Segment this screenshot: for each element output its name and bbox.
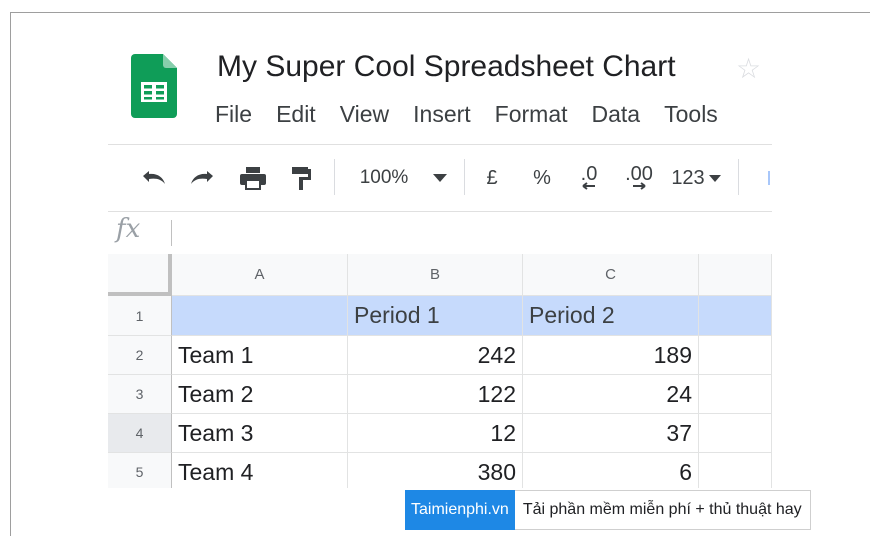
toolbar-separator: [464, 159, 465, 195]
cell-a2[interactable]: Team 1: [172, 336, 348, 375]
frame-top-border: [10, 12, 870, 13]
chevron-down-icon[interactable]: [428, 163, 452, 193]
cell-b2[interactable]: 242: [348, 336, 523, 375]
toolbar: 100% £ % .0 .00 123: [108, 145, 772, 211]
menu-edit[interactable]: Edit: [276, 101, 316, 128]
arrow-right-icon: [633, 182, 646, 190]
increase-decimal-label: .00: [625, 163, 653, 185]
document-title[interactable]: My Super Cool Spreadsheet Chart: [217, 50, 676, 84]
toolbar-bottom-divider: [108, 211, 772, 212]
column-header-c[interactable]: C: [523, 254, 699, 296]
watermark: Taimienphi.vn Tải phần mềm miễn phí + th…: [405, 490, 811, 530]
google-sheets-icon[interactable]: [131, 54, 177, 118]
cell-c5[interactable]: 6: [523, 453, 699, 488]
column-header-row: A B C: [108, 254, 772, 296]
cell-d5[interactable]: [699, 453, 772, 488]
chevron-down-icon[interactable]: [706, 163, 724, 193]
cell-a4[interactable]: Team 3: [172, 414, 348, 453]
column-header-b[interactable]: B: [348, 254, 523, 296]
arrow-left-icon: [582, 182, 595, 190]
cell-b1[interactable]: Period 1: [348, 296, 523, 336]
cell-b5[interactable]: 380: [348, 453, 523, 488]
menu-insert[interactable]: Insert: [413, 101, 471, 128]
watermark-tagline: Tải phần mềm miễn phí + thủ thuật hay: [514, 490, 811, 530]
decrease-decimal-label: .0: [580, 163, 598, 185]
redo-icon[interactable]: [186, 163, 220, 193]
spreadsheet-grid: A B C 1 Period 1 Period 2 2 Team 1 242 1…: [108, 254, 772, 488]
cell-d4[interactable]: [699, 414, 772, 453]
cell-d1[interactable]: [699, 296, 772, 336]
column-header-a[interactable]: A: [172, 254, 348, 296]
toolbar-separator: [738, 159, 739, 195]
cell-a5[interactable]: Team 4: [172, 453, 348, 488]
formula-icon: fx: [116, 214, 141, 244]
print-icon[interactable]: [236, 163, 270, 193]
increase-decimal-button[interactable]: .00: [620, 163, 658, 193]
column-header-d[interactable]: [699, 254, 772, 296]
zoom-select[interactable]: 100%: [354, 163, 414, 193]
menu-view[interactable]: View: [340, 101, 389, 128]
cell-a1[interactable]: [172, 296, 348, 336]
star-icon[interactable]: ☆: [736, 52, 761, 85]
cell-c4[interactable]: 37: [523, 414, 699, 453]
table-row: 5 Team 4 380 6: [108, 453, 772, 488]
undo-icon[interactable]: [136, 163, 170, 193]
table-row: 1 Period 1 Period 2: [108, 296, 772, 336]
cell-d2[interactable]: [699, 336, 772, 375]
decrease-decimal-button[interactable]: .0: [574, 163, 604, 193]
cell-c1[interactable]: Period 2: [523, 296, 699, 336]
select-all-corner[interactable]: [108, 254, 172, 296]
watermark-brand: Taimienphi.vn: [405, 490, 515, 530]
cell-b3[interactable]: 122: [348, 375, 523, 414]
more-formats-button[interactable]: 123: [670, 163, 706, 193]
toolbar-separator: [334, 159, 335, 195]
menu-file[interactable]: File: [215, 101, 252, 128]
row-header[interactable]: 4: [108, 414, 172, 453]
row-header[interactable]: 1: [108, 296, 172, 336]
frame-left-border: [10, 12, 11, 536]
table-row: 3 Team 2 122 24: [108, 375, 772, 414]
cell-b4[interactable]: 12: [348, 414, 523, 453]
cell-d3[interactable]: [699, 375, 772, 414]
paint-format-icon[interactable]: [284, 163, 318, 193]
menu-format[interactable]: Format: [495, 101, 568, 128]
menu-bar: File Edit View Insert Format Data Tools: [215, 101, 742, 128]
row-header[interactable]: 2: [108, 336, 172, 375]
formula-input[interactable]: [171, 220, 172, 246]
row-header[interactable]: 3: [108, 375, 172, 414]
table-row: 4 Team 3 12 37: [108, 414, 772, 453]
table-row: 2 Team 1 242 189: [108, 336, 772, 375]
cell-a3[interactable]: Team 2: [172, 375, 348, 414]
currency-button[interactable]: £: [480, 163, 504, 193]
toolbar-overflow-hint: [768, 171, 770, 185]
menu-tools[interactable]: Tools: [664, 101, 718, 128]
row-header[interactable]: 5: [108, 453, 172, 488]
cell-c3[interactable]: 24: [523, 375, 699, 414]
percent-button[interactable]: %: [530, 163, 554, 193]
menu-data[interactable]: Data: [592, 101, 641, 128]
cell-c2[interactable]: 189: [523, 336, 699, 375]
